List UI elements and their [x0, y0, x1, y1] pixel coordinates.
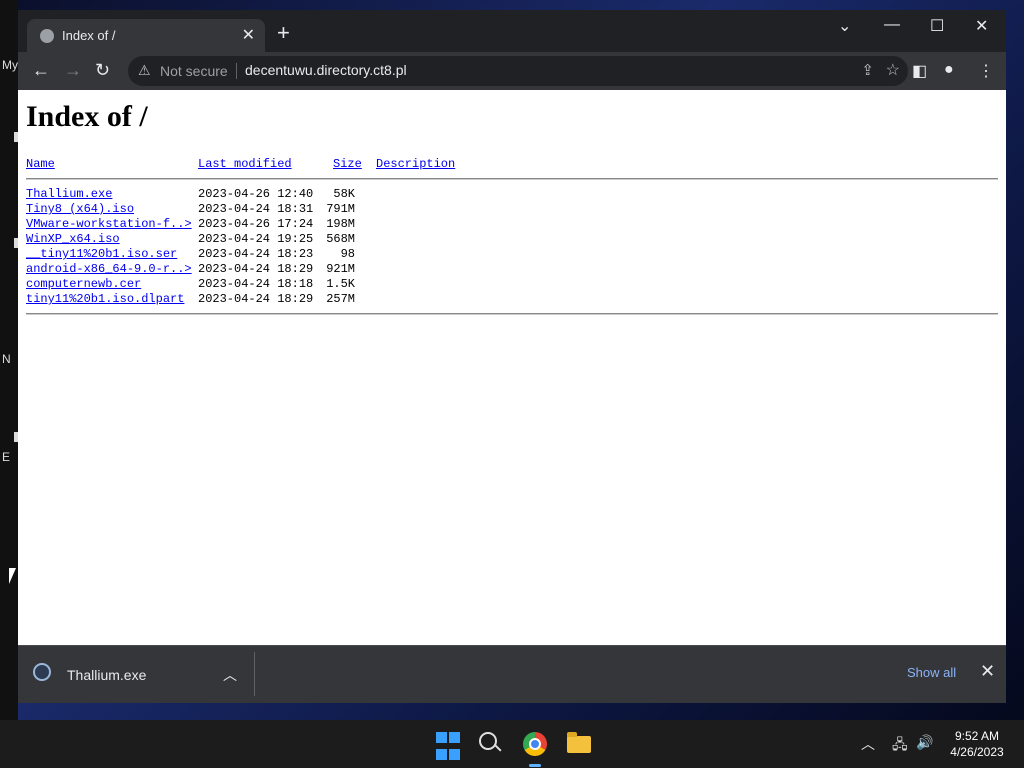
file-link[interactable]: android-x86_64-9.0-r..> [26, 262, 192, 276]
tab-strip: Index of / ✕ + ⌄ — ☐ ✕ [18, 10, 1006, 52]
browser-toolbar: ← → ↻ ⚠ Not secure decentuwu.directory.c… [18, 52, 1006, 90]
file-size: 58K [333, 187, 355, 201]
close-shelf-icon[interactable]: ✕ [980, 661, 995, 682]
tab-search-chevron-icon[interactable]: ⌄ [838, 16, 851, 36]
download-item[interactable]: Thallium.exe ︿ [30, 658, 252, 692]
desktop-icon-label[interactable]: N [2, 352, 11, 366]
tab-title: Index of / [62, 28, 116, 43]
file-date: 2023-04-24 18:31 [198, 202, 314, 216]
search-icon[interactable] [475, 728, 507, 760]
forward-arrow-icon[interactable]: → [64, 60, 82, 80]
tab-close-icon[interactable]: ✕ [242, 25, 255, 45]
chevron-up-icon[interactable]: ︿ [223, 665, 237, 685]
file-size: 568M [326, 232, 355, 246]
page-title: Index of / [26, 100, 148, 133]
tab-index[interactable]: Index of / ✕ [27, 19, 265, 52]
start-windows-icon[interactable] [431, 728, 473, 768]
file-date: 2023-04-24 18:29 [198, 262, 314, 276]
sort-name-link[interactable]: Name [26, 157, 55, 171]
back-arrow-icon[interactable]: ← [32, 60, 50, 80]
show-all-button[interactable]: Show all [907, 665, 956, 680]
file-date: 2023-04-24 19:25 [198, 232, 314, 246]
file-link[interactable]: computernewb.cer [26, 277, 141, 291]
file-link[interactable]: Tiny8 (x64).iso [26, 202, 134, 216]
network-icon[interactable]: 🖧 [892, 734, 908, 758]
divider [26, 313, 998, 315]
installer-file-icon [33, 663, 51, 681]
file-link[interactable]: WinXP_x64.iso [26, 232, 120, 246]
clock[interactable]: 9:52 AM 4/26/2023 [945, 728, 1009, 760]
file-date: 2023-04-26 17:24 [198, 217, 314, 231]
desktop-edge: My N E [0, 0, 18, 720]
minimize-icon[interactable]: — [884, 16, 900, 34]
file-size: 198M [326, 217, 355, 231]
download-divider [254, 652, 255, 696]
file-date: 2023-04-24 18:29 [198, 292, 314, 306]
sort-size-link[interactable]: Size [333, 157, 362, 171]
column-header-last-modified[interactable]: Last modified [198, 157, 292, 171]
file-size: 98 [340, 247, 355, 261]
side-panel-icon[interactable]: ◧ [912, 61, 927, 81]
warning-triangle-icon[interactable]: ⚠ [138, 62, 151, 79]
window-close-icon[interactable]: ✕ [975, 16, 988, 36]
taskbar: ︿ 🖧 🔊 9:52 AM 4/26/2023 [0, 720, 1024, 768]
sort-description-link[interactable]: Description [376, 157, 455, 171]
globe-icon [40, 29, 54, 43]
column-header-description[interactable]: Description [376, 157, 455, 171]
share-icon[interactable]: ⇪ [861, 61, 874, 79]
sort-modified-link[interactable]: Last modified [198, 157, 292, 171]
bookmark-star-icon[interactable]: ☆ [886, 60, 900, 80]
menu-kebab-icon[interactable]: ⋮ [978, 61, 994, 81]
file-size: 257M [326, 292, 355, 306]
divider [26, 178, 998, 180]
file-link[interactable]: VMware-workstation-f..> [26, 217, 192, 231]
mouse-cursor-icon [9, 568, 16, 584]
file-date: 2023-04-24 18:23 [198, 247, 314, 261]
file-date: 2023-04-24 18:18 [198, 277, 314, 291]
url-text[interactable]: decentuwu.directory.ct8.pl [245, 62, 407, 78]
maximize-icon[interactable]: ☐ [930, 16, 944, 36]
file-link[interactable]: tiny11%20b1.iso.dlpart [26, 292, 184, 306]
volume-icon[interactable]: 🔊 [916, 734, 933, 751]
file-explorer-icon[interactable] [563, 728, 595, 760]
download-shelf: Thallium.exe ︿ Show all ✕ [18, 645, 1006, 703]
chrome-icon[interactable] [519, 728, 551, 767]
desktop-icon-label[interactable]: My [2, 58, 18, 72]
clock-date: 4/26/2023 [950, 745, 1004, 759]
column-header-name[interactable]: Name [26, 157, 55, 171]
page-content: Index of / Name Last modified Size Descr… [18, 90, 1006, 645]
clock-time: 9:52 AM [954, 729, 1000, 743]
file-size: 791M [326, 202, 355, 216]
download-filename[interactable]: Thallium.exe [67, 667, 146, 683]
file-link[interactable]: Thallium.exe [26, 187, 112, 201]
omnibox-divider [236, 63, 237, 79]
column-header-size[interactable]: Size [333, 157, 362, 171]
browser-window: Index of / ✕ + ⌄ — ☐ ✕ ← → ↻ ⚠ Not secur… [18, 10, 1006, 703]
profile-icon[interactable]: ● [944, 61, 954, 79]
desktop-icon-label[interactable]: E [2, 450, 10, 464]
reload-icon[interactable]: ↻ [95, 60, 110, 80]
file-size: 1.5K [326, 277, 355, 291]
security-status[interactable]: Not secure [160, 63, 228, 79]
file-size: 921M [326, 262, 355, 276]
chevron-up-icon[interactable]: ︿ [861, 734, 875, 754]
address-bar[interactable]: ⚠ Not secure decentuwu.directory.ct8.pl … [128, 56, 908, 86]
new-tab-button[interactable]: + [277, 22, 290, 44]
file-date: 2023-04-26 12:40 [198, 187, 314, 201]
file-link[interactable]: __tiny11%20b1.iso.ser [26, 247, 177, 261]
